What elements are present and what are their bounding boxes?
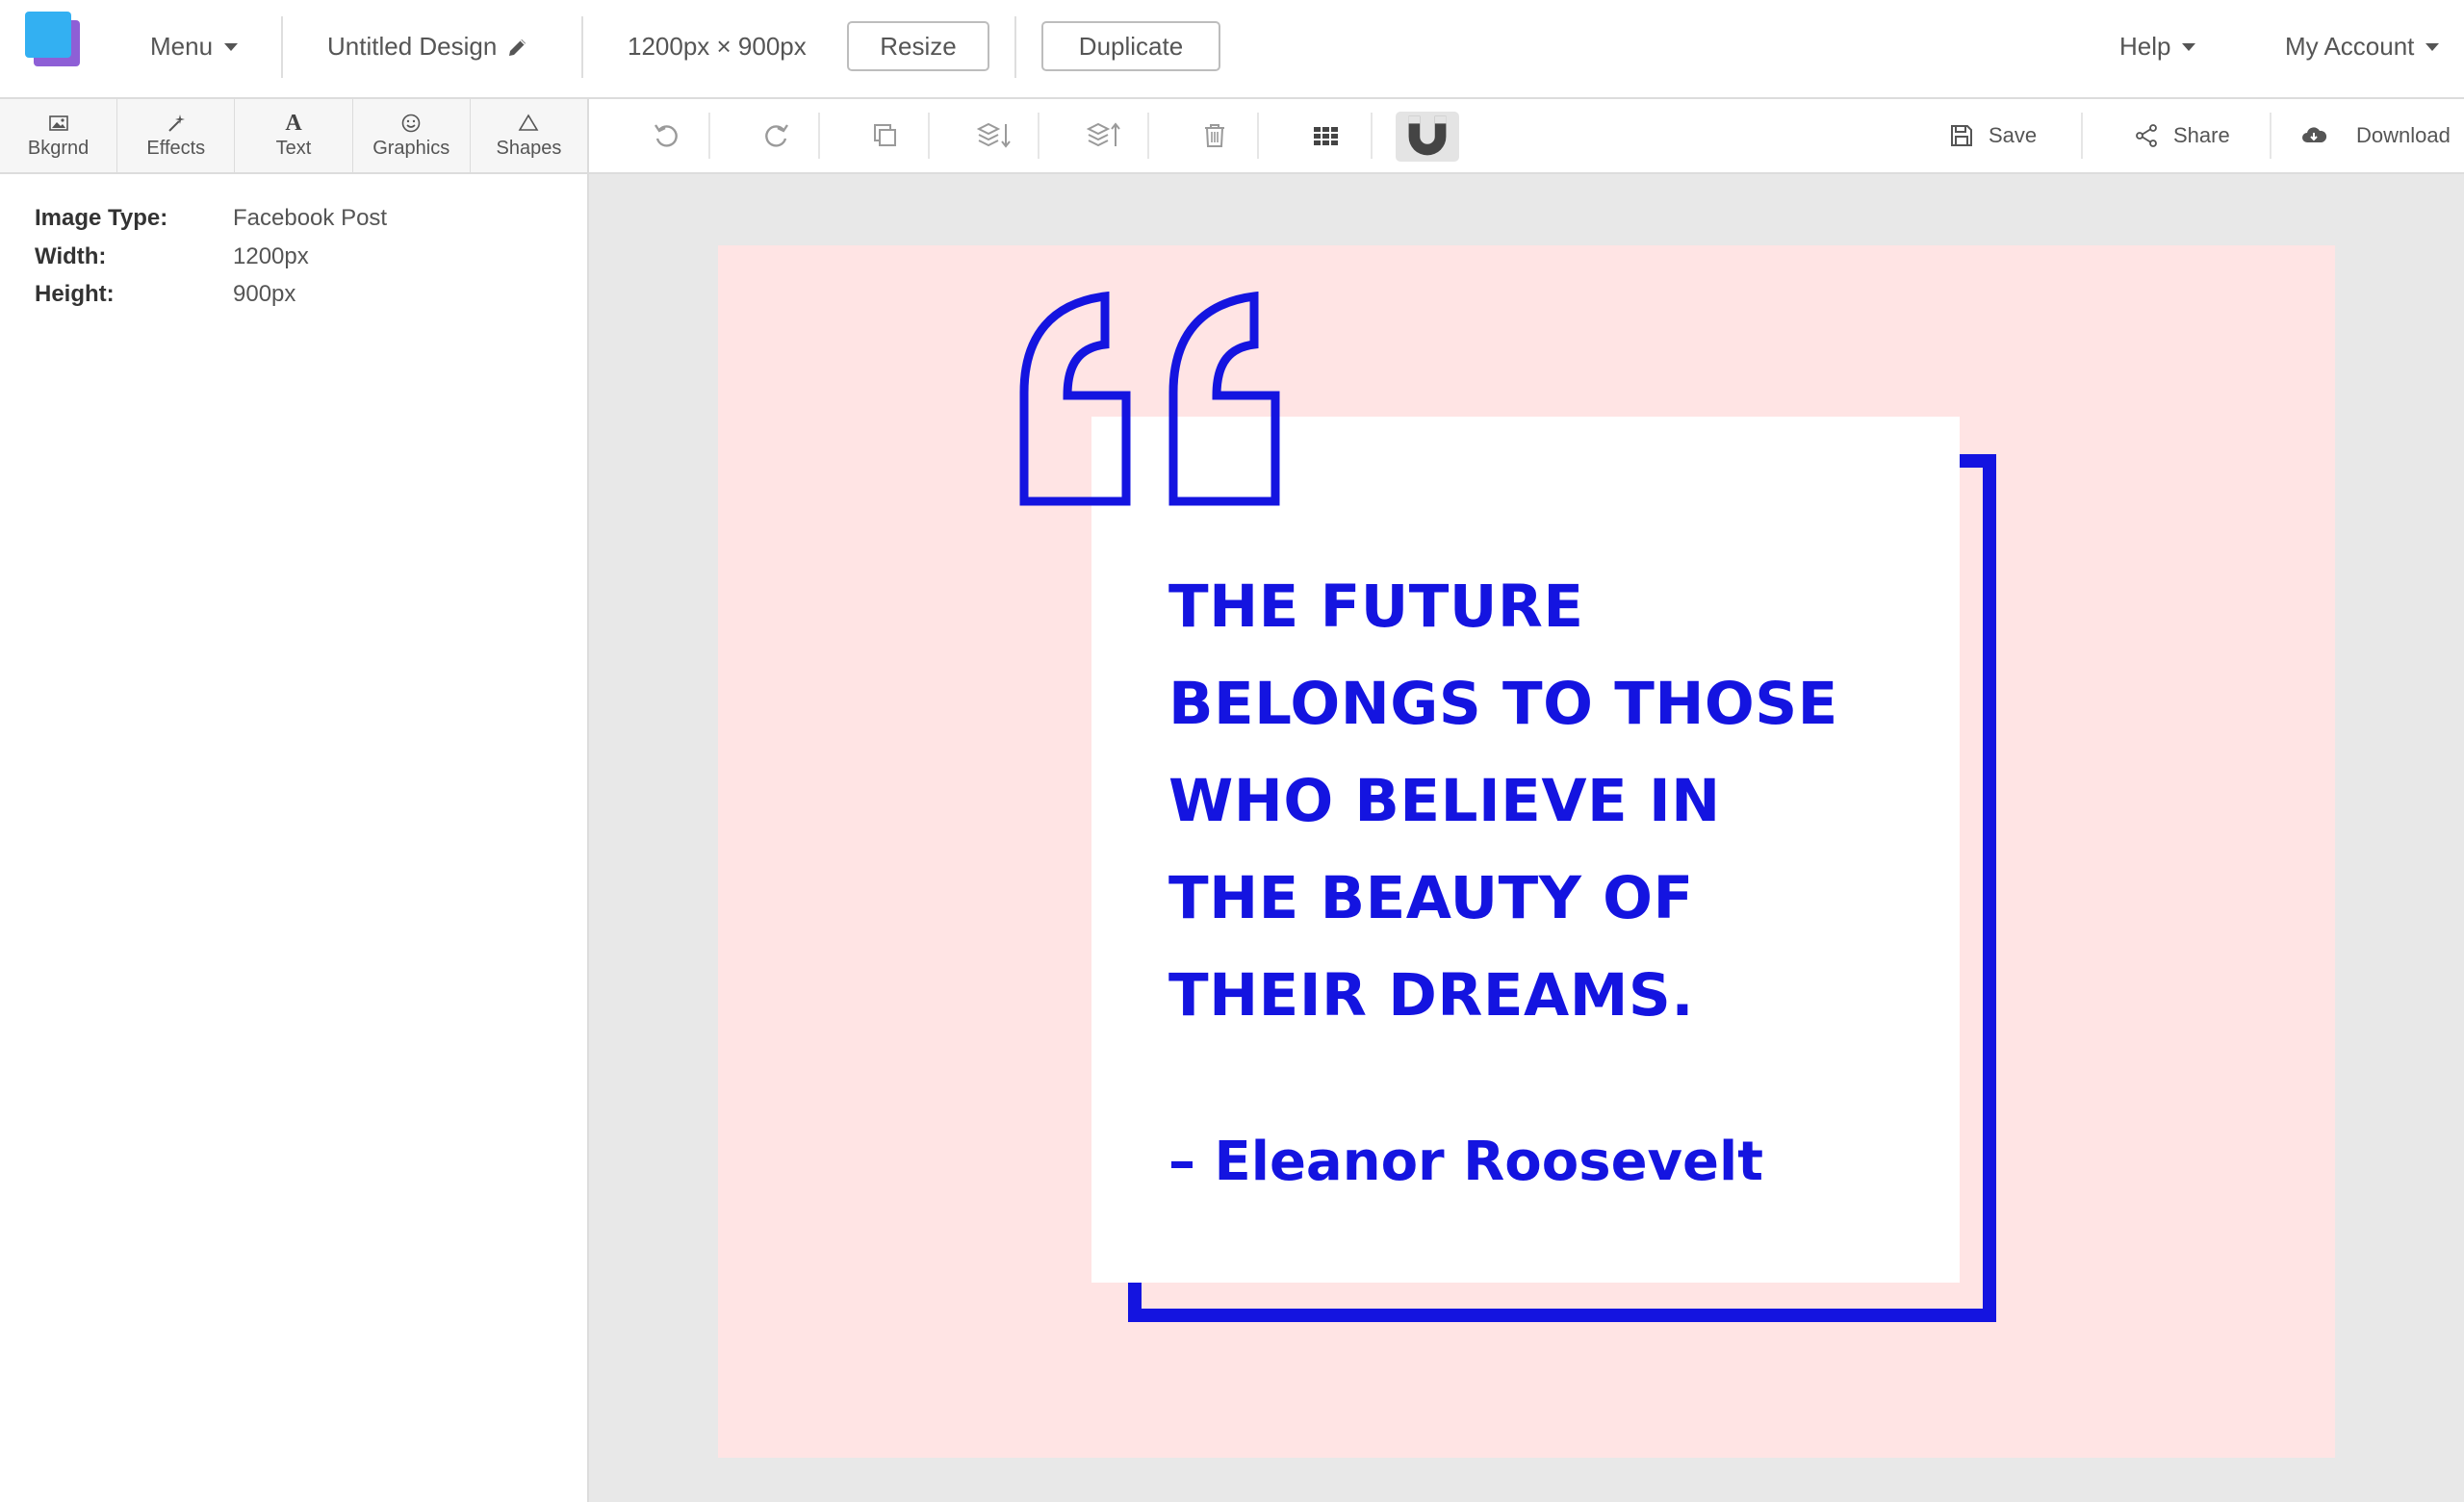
copy-button[interactable]	[857, 99, 914, 172]
tab-graphics[interactable]: Graphics	[353, 99, 471, 172]
tab-text[interactable]: A Text	[235, 99, 353, 172]
canvas-dimensions: 1200px × 900px	[628, 0, 807, 93]
design-canvas[interactable]: THE FUTURE BELONGS TO THOSE WHO BELIEVE …	[718, 245, 2335, 1458]
account-label: My Account	[2285, 32, 2415, 61]
properties-panel: Image Type: Facebook Post Width: 1200px …	[0, 174, 589, 1502]
share-button[interactable]: Share	[2133, 99, 2230, 172]
download-label: Download	[2356, 123, 2451, 147]
snap-toggle-button[interactable]	[1396, 112, 1459, 162]
help-label: Help	[2119, 32, 2171, 61]
divider	[708, 113, 710, 159]
image-type-label: Image Type:	[35, 205, 168, 231]
divider	[1147, 113, 1149, 159]
quote-text[interactable]: THE FUTURE BELONGS TO THOSE WHO BELIEVE …	[1168, 558, 1919, 1044]
tab-label: Effects	[146, 137, 206, 159]
action-toolbar: Save Share Download	[589, 99, 2464, 174]
menu-dropdown[interactable]: Menu	[150, 0, 239, 93]
height-value: 900px	[233, 281, 296, 307]
tab-label: Graphics	[372, 137, 450, 159]
height-label: Height:	[35, 281, 115, 307]
logo-front-square	[25, 12, 71, 58]
account-dropdown[interactable]: My Account	[2285, 0, 2440, 93]
quote-line: THEIR DREAMS.	[1168, 961, 1695, 1030]
divider	[1038, 113, 1040, 159]
duplicate-button[interactable]: Duplicate	[1041, 21, 1220, 71]
share-label: Share	[2173, 123, 2230, 147]
design-title[interactable]: Untitled Design	[327, 0, 529, 93]
divider	[1257, 113, 1259, 159]
divider	[2270, 113, 2272, 159]
width-label: Width:	[35, 243, 107, 269]
divider	[1371, 113, 1373, 159]
quote-line: THE BEAUTY OF	[1168, 864, 1694, 932]
magic-wand-icon	[168, 114, 185, 132]
trash-icon	[1205, 124, 1224, 147]
tab-label: Bkgrnd	[27, 137, 90, 159]
quote-line: WHO BELIEVE IN	[1168, 767, 1721, 835]
author-text[interactable]: – Eleanor Roosevelt	[1168, 1131, 1763, 1193]
quote-line: THE FUTURE	[1168, 573, 1584, 641]
redo-icon	[765, 124, 788, 147]
bring-forward-button[interactable]	[1067, 99, 1141, 172]
copy-icon	[874, 124, 896, 146]
undo-icon	[654, 124, 678, 147]
triangle-icon	[518, 113, 539, 131]
text-icon: A	[285, 110, 302, 136]
divider	[928, 113, 930, 159]
grid-button[interactable]	[1297, 99, 1355, 172]
workspace: THE FUTURE BELONGS TO THOSE WHO BELIEVE …	[589, 174, 2464, 1502]
tab-label: Text	[275, 137, 312, 159]
redo-button[interactable]	[748, 99, 806, 172]
tab-label: Shapes	[496, 137, 562, 159]
save-button[interactable]: Save	[1948, 99, 2037, 172]
tool-tabs: Bkgrnd Effects A Text Graphics Shapes	[0, 99, 589, 174]
pencil-icon	[509, 38, 526, 56]
image-icon	[48, 115, 68, 131]
magnet-icon	[1408, 115, 1447, 156]
chevron-down-icon	[224, 42, 239, 51]
app-logo[interactable]	[25, 12, 83, 69]
send-backward-button[interactable]	[958, 99, 1031, 172]
top-bar: Menu Untitled Design 1200px × 900px Resi…	[0, 0, 2464, 99]
smiley-icon	[401, 114, 421, 132]
divider	[281, 16, 283, 78]
tab-shapes[interactable]: Shapes	[471, 99, 587, 172]
undo-button[interactable]	[637, 99, 695, 172]
image-type-value: Facebook Post	[233, 205, 388, 231]
divider	[2081, 113, 2083, 159]
divider	[581, 16, 583, 78]
cloud-download-icon	[2302, 127, 2327, 142]
grid-icon	[1314, 127, 1338, 145]
bring-forward-icon	[1086, 122, 1120, 147]
tab-background[interactable]: Bkgrnd	[0, 99, 118, 172]
resize-button[interactable]: Resize	[847, 21, 989, 71]
chevron-down-icon	[2182, 42, 2196, 51]
delete-button[interactable]	[1186, 99, 1244, 172]
quotation-marks-graphic[interactable]	[1014, 292, 1289, 513]
width-value: 1200px	[233, 243, 309, 269]
share-icon	[2136, 124, 2157, 147]
floppy-disk-icon	[1951, 125, 1972, 146]
download-button[interactable]: Download	[2298, 99, 2451, 172]
send-backward-icon	[976, 122, 1011, 148]
divider	[1014, 16, 1016, 78]
help-dropdown[interactable]: Help	[2119, 0, 2196, 93]
save-label: Save	[1989, 123, 2038, 147]
design-title-label: Untitled Design	[327, 32, 498, 61]
dimensions-label: 1200px × 900px	[628, 32, 807, 61]
menu-label: Menu	[150, 32, 214, 61]
chevron-down-icon	[2426, 42, 2440, 51]
divider	[818, 113, 820, 159]
tab-effects[interactable]: Effects	[117, 99, 236, 172]
quote-line: BELONGS TO THOSE	[1168, 670, 1838, 738]
